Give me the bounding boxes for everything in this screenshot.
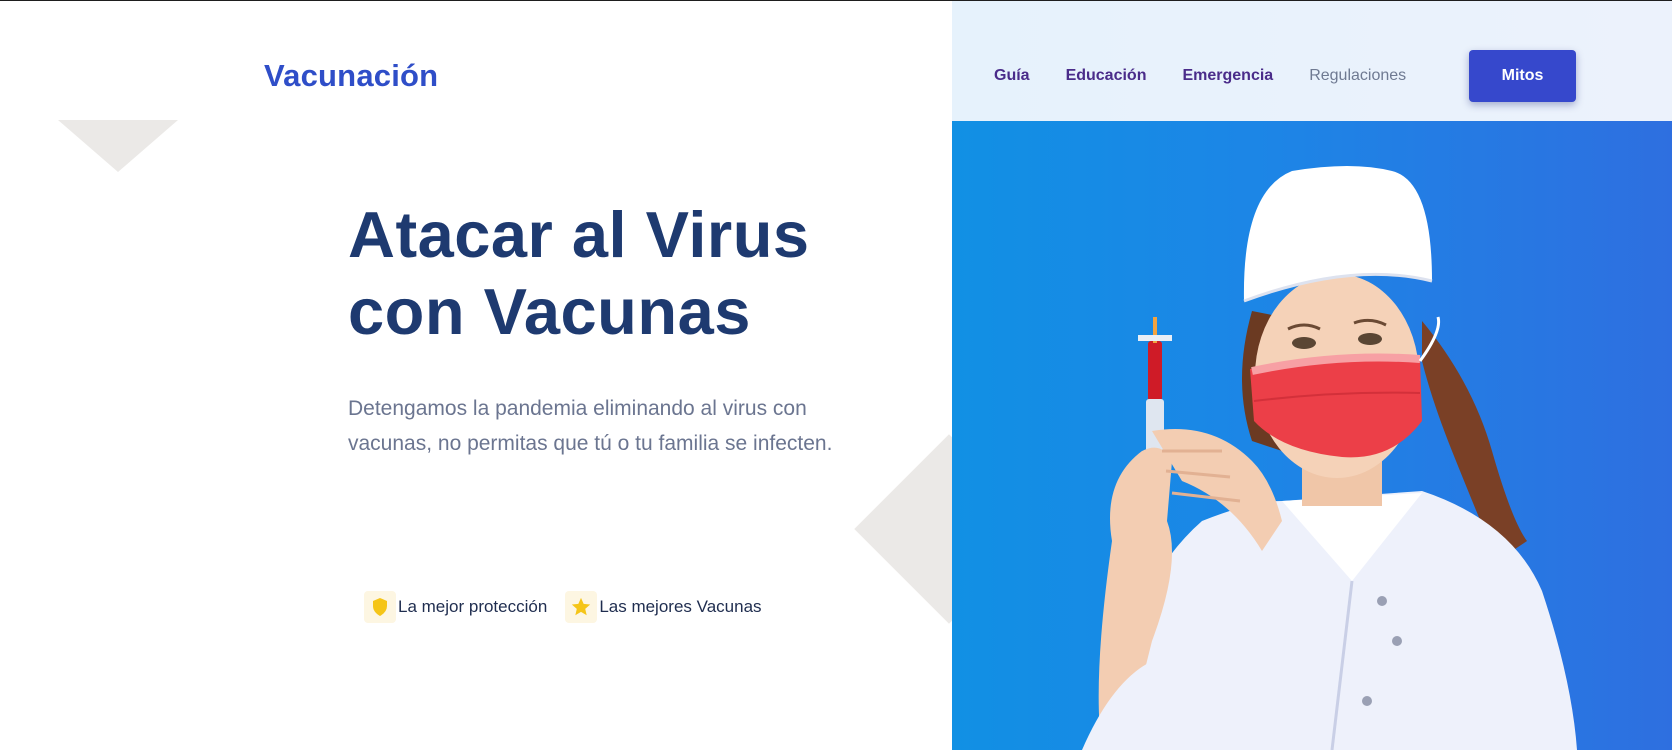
hero-image-panel bbox=[952, 1, 1672, 750]
feature-label: Las mejores Vacunas bbox=[599, 597, 762, 616]
shield-icon bbox=[364, 591, 396, 623]
headline-line-2: con Vacunas bbox=[348, 275, 751, 348]
nav-link-guia[interactable]: Guía bbox=[994, 67, 1030, 85]
feature-label: La mejor protección bbox=[398, 597, 548, 616]
mitos-button[interactable]: Mitos bbox=[1469, 50, 1576, 102]
headline-line-1: Atacar al Virus bbox=[348, 198, 810, 271]
hero-headline: Atacar al Virus con Vacunas bbox=[348, 196, 868, 350]
brand-logo[interactable]: Vacunación bbox=[264, 58, 438, 94]
feature-list: La mejor protección Las mejores Vacunas bbox=[364, 591, 780, 623]
main-nav: Guía Educación Emergencia Regulaciones bbox=[994, 67, 1442, 85]
hero-subtitle: Detengamos la pandemia eliminando al vir… bbox=[348, 397, 833, 455]
nav-link-emergencia[interactable]: Emergencia bbox=[1182, 67, 1273, 85]
decorative-triangle bbox=[58, 120, 178, 172]
feature-vacunas: Las mejores Vacunas bbox=[565, 591, 762, 623]
nurse-with-syringe-illustration bbox=[1082, 166, 1577, 750]
hero-photo bbox=[952, 121, 1672, 750]
nav-link-educacion[interactable]: Educación bbox=[1066, 67, 1147, 85]
star-icon bbox=[565, 591, 598, 623]
feature-proteccion: La mejor protección bbox=[364, 591, 547, 623]
nav-link-regulaciones[interactable]: Regulaciones bbox=[1309, 67, 1406, 85]
